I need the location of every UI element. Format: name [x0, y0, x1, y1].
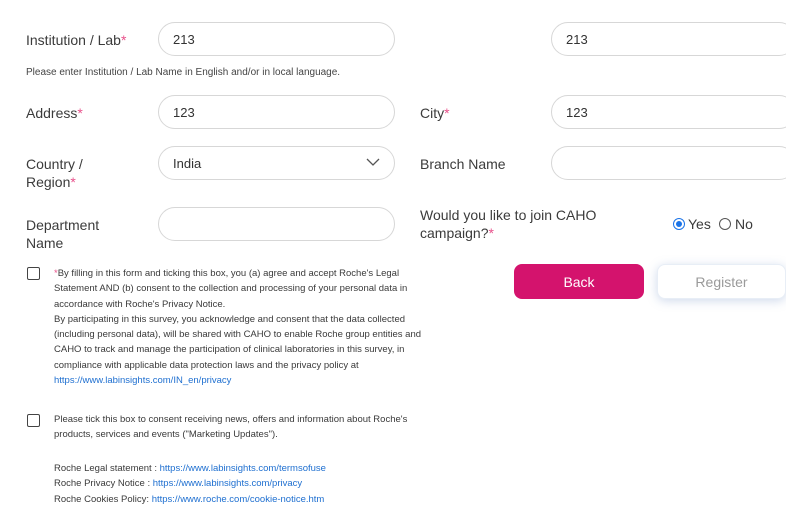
caho-no-radio[interactable]	[719, 218, 731, 230]
policy-cookies-link[interactable]: https://www.roche.com/cookie-notice.htm	[152, 494, 325, 505]
legal-consent-text: *By filling in this form and ticking thi…	[54, 266, 474, 388]
policy-links: Roche Legal statement : https://www.labi…	[54, 461, 326, 507]
address-input[interactable]	[158, 95, 395, 129]
address-label-text: Address	[26, 105, 78, 121]
policy-legal-label: Roche Legal statement :	[54, 463, 160, 474]
legal-line-3: By participating in this survey, you ack…	[54, 313, 406, 325]
legal-line-5: CAHO to track and manage the participati…	[54, 344, 405, 356]
legal-line-4: (including personal data), will be share…	[54, 329, 422, 341]
legal-consent-checkbox[interactable]	[27, 267, 40, 280]
legal-line-1: Statement AND (b) consent to the collect…	[54, 283, 408, 295]
institution-label: Institution / Lab*	[26, 31, 126, 49]
marketing-consent-checkbox[interactable]	[27, 414, 40, 427]
country-label: Country / Region*	[26, 155, 83, 191]
marketing-line-0: Please tick this box to consent receivin…	[54, 414, 408, 425]
required-mark: *	[120, 32, 127, 48]
required-mark: *	[77, 105, 83, 121]
caho-label-line1: Would you like to join CAHO	[420, 207, 597, 223]
city-label-text: City	[420, 105, 445, 121]
city-label: City*	[420, 104, 450, 122]
policy-privacy: Roche Privacy Notice : https://www.labin…	[54, 476, 326, 491]
privacy-policy-link[interactable]: https://www.labinsights.com/IN_en/privac…	[54, 373, 474, 388]
institution-local-input[interactable]	[551, 22, 786, 56]
policy-cookies: Roche Cookies Policy: https://www.roche.…	[54, 492, 326, 507]
institution-label-text: Institution / Lab	[26, 32, 121, 48]
department-input[interactable]	[158, 207, 395, 241]
branch-input[interactable]	[551, 146, 786, 180]
register-button[interactable]: Register	[657, 264, 786, 299]
department-label: Department Name	[26, 216, 99, 252]
institution-hint: Please enter Institution / Lab Name in E…	[26, 67, 341, 78]
legal-line-6: compliance with applicable data protecti…	[54, 359, 359, 371]
legal-consent-line: *By filling in this form and ticking thi…	[54, 266, 474, 281]
caho-label: Would you like to join CAHO campaign?*	[420, 206, 596, 242]
country-label-line2-text: Region	[26, 174, 71, 190]
caho-label-line2-text: campaign?	[420, 225, 489, 241]
required-mark: *	[488, 225, 494, 241]
department-label-line2: Name	[26, 235, 64, 251]
branch-label: Branch Name	[420, 156, 506, 172]
chevron-down-icon	[366, 155, 380, 174]
policy-cookies-label: Roche Cookies Policy:	[54, 493, 152, 505]
required-mark: *	[70, 174, 76, 190]
back-button[interactable]: Back	[514, 264, 644, 299]
caho-label-line2: campaign?*	[420, 224, 596, 242]
legal-line-0: By filling in this form and ticking this…	[57, 268, 400, 279]
policy-privacy-label: Roche Privacy Notice :	[54, 478, 153, 490]
address-label: Address*	[26, 104, 83, 122]
policy-privacy-link[interactable]: https://www.labinsights.com/privacy	[153, 478, 302, 489]
marketing-line-1: products, services and events ("Marketin…	[54, 429, 278, 441]
caho-yes-radio[interactable]	[673, 218, 685, 230]
legal-line-2: accordance with Roche's Privacy Notice.	[54, 298, 226, 310]
policy-legal-link[interactable]: https://www.labinsights.com/termsofuse	[160, 463, 326, 474]
country-selected-value: India	[173, 156, 202, 171]
country-label-line2: Region*	[26, 173, 83, 191]
institution-input[interactable]	[158, 22, 395, 56]
caho-no-label[interactable]: No	[735, 215, 753, 233]
city-input[interactable]	[551, 95, 786, 129]
country-label-line1: Country /	[26, 156, 83, 172]
department-label-line1: Department	[26, 217, 100, 233]
required-mark: *	[444, 105, 450, 121]
caho-yes-label[interactable]: Yes	[688, 215, 711, 233]
marketing-consent-text: Please tick this box to consent receivin…	[54, 412, 474, 443]
country-select[interactable]: India	[158, 146, 395, 180]
policy-legal: Roche Legal statement : https://www.labi…	[54, 461, 326, 476]
